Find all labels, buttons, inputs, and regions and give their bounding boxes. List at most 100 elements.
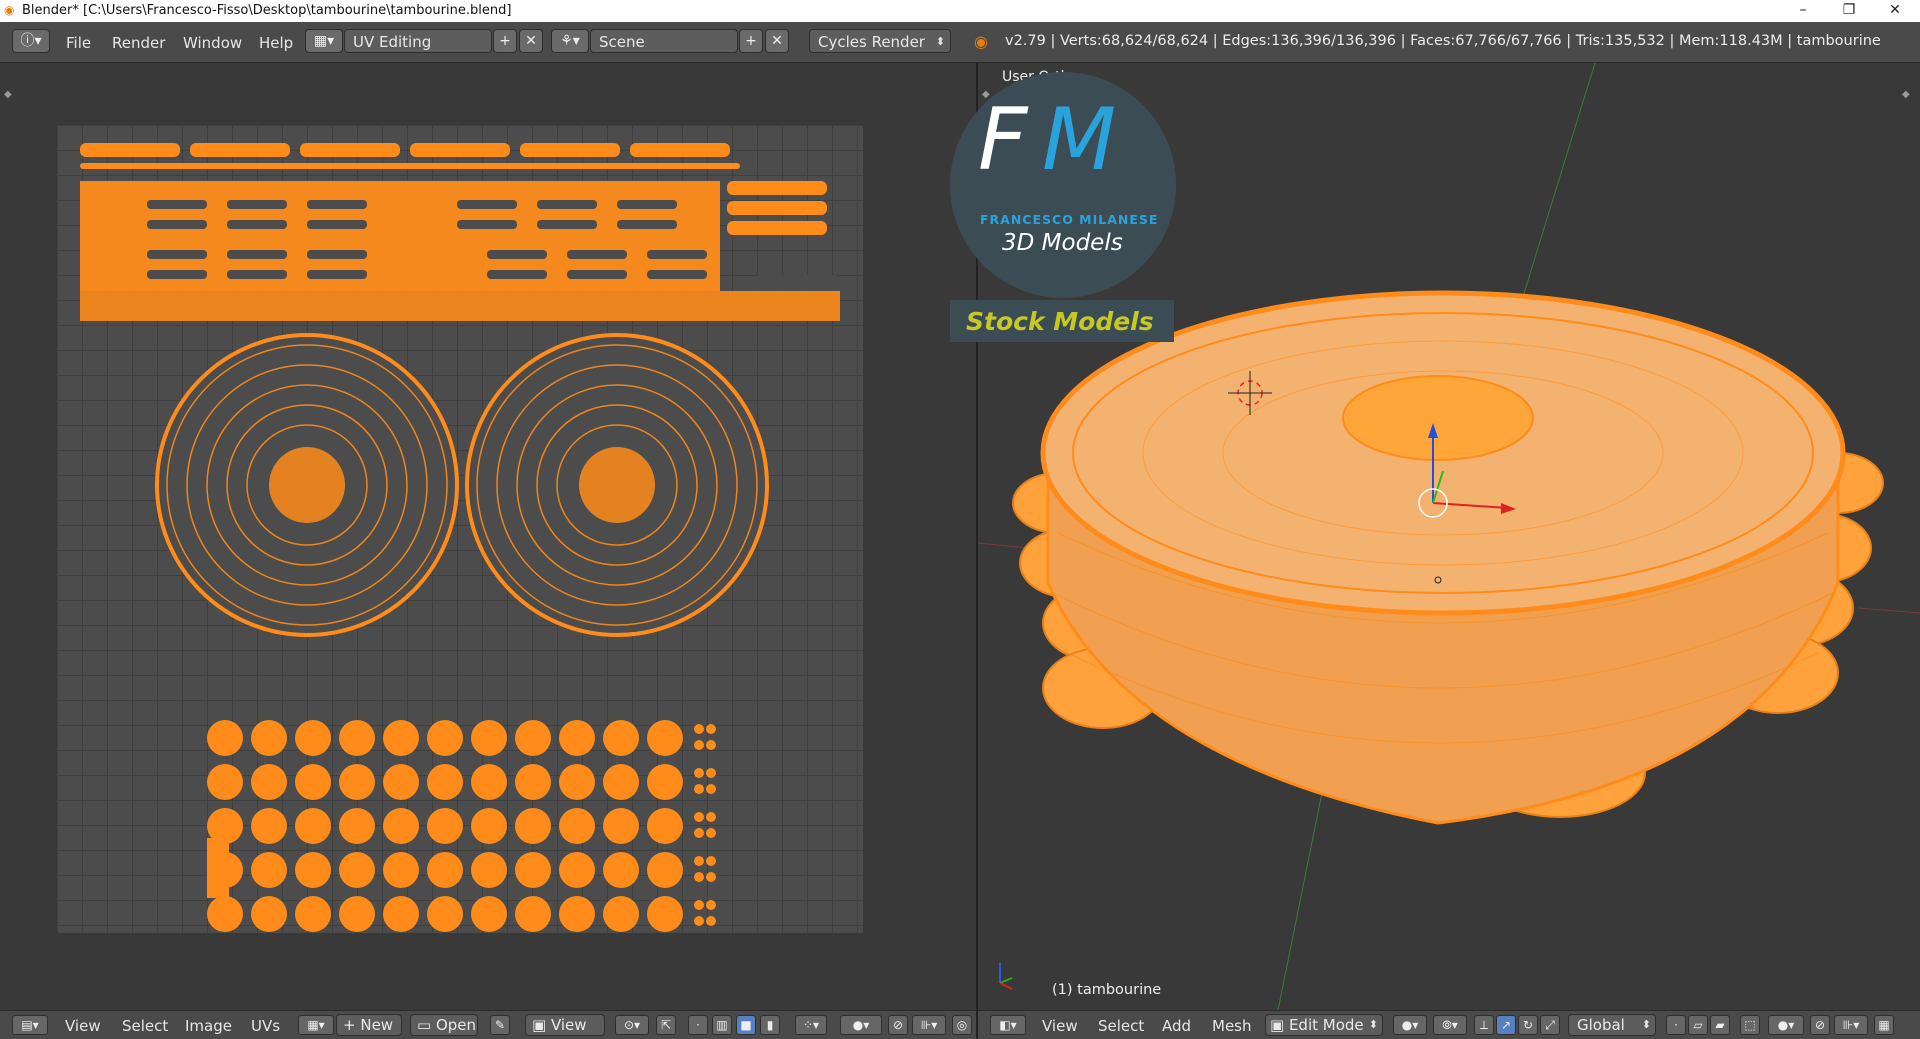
uv-jingle-island xyxy=(471,764,507,800)
viewport-shading-icon[interactable]: ●▾ xyxy=(1393,1015,1427,1035)
active-object-label: (1) tambourine xyxy=(1052,982,1162,998)
sticky-mode-icon[interactable]: ⁘▾ xyxy=(795,1015,827,1035)
screen-layout-icon[interactable]: ▦▾ xyxy=(305,29,343,53)
uv-jingle-island xyxy=(251,808,287,844)
snap-element-icon[interactable]: ⊪▾ xyxy=(912,1015,946,1035)
snap-icon[interactable]: ⊘ xyxy=(888,1015,908,1035)
editor-type-3dview-icon[interactable]: ◧▾ xyxy=(990,1015,1026,1035)
plus-icon: + xyxy=(343,1016,361,1034)
uv-jingle-island xyxy=(339,764,375,800)
scale-manipulator-icon[interactable]: ⤢ xyxy=(1540,1015,1560,1035)
face-select-mode-icon[interactable]: ▰ xyxy=(1710,1015,1730,1035)
editor-type-image-icon[interactable]: ▤▾ xyxy=(12,1015,48,1035)
vertex-select-icon[interactable]: · xyxy=(688,1015,708,1035)
uv-menu-uvs[interactable]: UVs xyxy=(251,1017,280,1035)
open-label: Open xyxy=(435,1016,477,1034)
3d-menu-mesh[interactable]: Mesh xyxy=(1212,1017,1252,1035)
menu-file[interactable]: File xyxy=(66,34,91,52)
mode-label: Edit Mode xyxy=(1288,1016,1364,1034)
edit-mode-icon: ▣ xyxy=(1270,1016,1289,1034)
uv-menu-image[interactable]: Image xyxy=(185,1017,232,1035)
uv-jingle-island xyxy=(515,720,551,756)
opengl-render-icon[interactable]: ▦ xyxy=(1874,1015,1894,1035)
uv-jingle-island xyxy=(603,808,639,844)
uv-menu-select[interactable]: Select xyxy=(122,1017,168,1035)
open-image-button[interactable]: ▭ Open xyxy=(410,1014,478,1036)
image-browse-icon[interactable]: ▦▾ xyxy=(298,1015,334,1035)
vertex-select-mode-icon[interactable]: · xyxy=(1666,1015,1686,1035)
edge-select-mode-icon[interactable]: ▱ xyxy=(1688,1015,1708,1035)
transform-orientation-select[interactable]: Global ⬍ xyxy=(1568,1014,1656,1036)
uv-jingle-island xyxy=(207,896,243,932)
uv-jingle-island xyxy=(559,720,595,756)
uv-jingle-island xyxy=(647,896,683,932)
menu-window[interactable]: Window xyxy=(183,34,242,52)
restore-button[interactable]: ❐ xyxy=(1826,0,1872,22)
uv-jingle-island xyxy=(207,764,243,800)
uv-jingle-island xyxy=(647,764,683,800)
scene-field[interactable]: Scene xyxy=(590,29,738,53)
close-window-button[interactable]: ✕ xyxy=(1872,0,1918,22)
limit-selection-icon[interactable]: ⬚ xyxy=(1740,1015,1760,1035)
blender-logo-icon: ◉ xyxy=(4,3,15,17)
manipulator-toggle-icon[interactable]: ⟂ xyxy=(1474,1015,1494,1035)
uv-small-island xyxy=(706,812,716,822)
uv-jingle-island xyxy=(603,896,639,932)
info-header: ⓘ▾ File Render Window Help ▦▾ UV Editing… xyxy=(0,22,1920,63)
translate-manipulator-icon[interactable]: ↗ xyxy=(1496,1015,1516,1035)
menu-help[interactable]: Help xyxy=(259,34,293,52)
uv-small-island xyxy=(694,768,704,778)
remove-layout-icon[interactable]: ✕ xyxy=(519,29,543,53)
region-toggle-icon[interactable]: ◆ xyxy=(4,89,12,100)
island-select-icon[interactable]: ▮ xyxy=(760,1015,780,1035)
proportional-editing-icon[interactable]: ●▾ xyxy=(1768,1015,1804,1035)
chevron-updown-icon: ⬍ xyxy=(935,35,945,48)
snap-target-icon[interactable]: ⊪▾ xyxy=(1834,1015,1868,1035)
add-scene-icon[interactable]: + xyxy=(739,29,763,53)
blender-logo-icon: ◉ xyxy=(974,32,988,51)
uv-jingle-islands xyxy=(207,720,716,932)
render-engine-label: Cycles Render xyxy=(818,33,925,51)
3d-menu-add[interactable]: Add xyxy=(1162,1017,1191,1035)
proportional-edit-icon[interactable]: ●▾ xyxy=(840,1015,882,1035)
uv-menu-view[interactable]: View xyxy=(65,1017,101,1035)
3d-view-header: ◧▾ View Select Add Mesh ▣ Edit Mode ⬍ ●▾… xyxy=(978,1010,1920,1039)
uv-small-island xyxy=(706,740,716,750)
edge-select-icon[interactable]: ▥ xyxy=(712,1015,732,1035)
minimize-button[interactable]: – xyxy=(1780,0,1826,22)
rotate-manipulator-icon[interactable]: ↻ xyxy=(1518,1015,1538,1035)
pivot-icon[interactable]: ⊙▾ xyxy=(615,1015,649,1035)
uv-jingle-island xyxy=(603,720,639,756)
pin-icon[interactable]: ✎ xyxy=(490,1015,510,1035)
menu-render[interactable]: Render xyxy=(112,34,165,52)
new-label: New xyxy=(360,1016,394,1034)
uv-jingle-island xyxy=(559,808,595,844)
uv-jingle-island xyxy=(383,852,419,888)
scene-icon[interactable]: ⚘▾ xyxy=(551,29,589,53)
snap-toggle-icon[interactable]: ⊘ xyxy=(1810,1015,1830,1035)
uv-jingle-island xyxy=(603,852,639,888)
editor-type-info-icon[interactable]: ⓘ▾ xyxy=(12,29,50,53)
uv-jingle-island xyxy=(427,852,463,888)
uv-jingle-island xyxy=(251,852,287,888)
pivot-point-icon[interactable]: ⦾▾ xyxy=(1433,1015,1467,1035)
add-layout-icon[interactable]: + xyxy=(493,29,517,53)
remove-scene-icon[interactable]: ✕ xyxy=(765,29,789,53)
sync-selection-icon[interactable]: ⇱ xyxy=(656,1015,676,1035)
scene-stats: v2.79 | Verts:68,624/68,624 | Edges:136,… xyxy=(1005,33,1881,49)
3d-menu-view[interactable]: View xyxy=(1042,1017,1078,1035)
render-engine-select[interactable]: Cycles Render ⬍ xyxy=(809,29,951,53)
new-image-button[interactable]: + New xyxy=(336,1014,402,1036)
interaction-mode-select[interactable]: ▣ Edit Mode ⬍ xyxy=(1265,1014,1383,1036)
3d-menu-select[interactable]: Select xyxy=(1098,1017,1144,1035)
uv-grid-canvas[interactable] xyxy=(57,125,863,933)
uv-small-island xyxy=(694,872,704,882)
screen-layout-field[interactable]: UV Editing xyxy=(344,29,492,53)
logo-brand: FRANCESCO MILANESE xyxy=(980,212,1159,227)
view-mode-icon: ▣ xyxy=(532,1016,551,1034)
view-mode-select[interactable]: ▣ View xyxy=(525,1014,605,1036)
logo-tagline: 3D Models xyxy=(1002,230,1123,256)
face-select-icon[interactable]: ■ xyxy=(736,1015,756,1035)
render-preview-icon[interactable]: ◎ xyxy=(952,1015,972,1035)
uv-image-editor[interactable]: ◆ xyxy=(0,63,976,1010)
